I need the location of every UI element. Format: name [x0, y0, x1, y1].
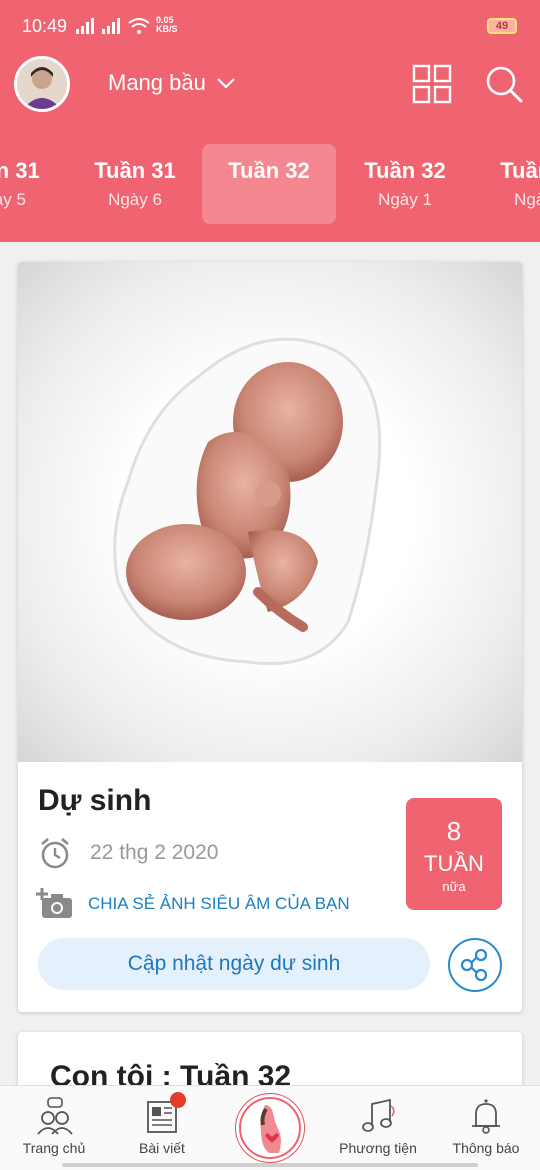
update-due-date-button[interactable]: Cập nhật ngày dự sinh [38, 938, 430, 990]
nav-articles[interactable]: Bài viết [108, 1086, 216, 1170]
community-icon [37, 1097, 73, 1135]
app-bar: Mang bầu [0, 52, 540, 132]
weeks-left-number: 8 [446, 816, 462, 846]
share-ultrasound-link[interactable]: CHIA SẺ ẢNH SIÊU ÂM CỦA BẠN [36, 888, 350, 920]
week-selector[interactable]: Tuần 31 Ngày 5 Tuần 31 Ngày 6 Tuần 32 Tu… [0, 132, 540, 242]
share-icon [460, 948, 488, 982]
chevron-down-icon [217, 78, 235, 89]
fetus-illustration[interactable] [18, 262, 522, 762]
signal-icon-2 [102, 18, 120, 34]
due-date-value: 22 thg 2 2020 [90, 841, 219, 864]
share-button[interactable] [448, 938, 502, 992]
due-date-title: Dự sinh [38, 784, 152, 817]
search-icon[interactable] [484, 64, 524, 104]
week-tab[interactable]: Tuần 31 Ngày 5 [0, 144, 66, 224]
avatar-photo-icon [17, 59, 67, 109]
week-tab[interactable]: Tuần 32 Ngày 2 [474, 144, 540, 224]
alarm-clock-icon [41, 838, 69, 869]
bottom-navigation: Trang chủ Bài viết Phương tiện Thông báo [0, 1085, 540, 1170]
net-speed: 0.05 KB/S [156, 15, 178, 34]
pregnancy-mode-dropdown[interactable]: Mang bầu [108, 70, 236, 96]
due-date-row: 22 thg 2 2020 [38, 836, 218, 870]
share-ultrasound-label: CHIA SẺ ẢNH SIÊU ÂM CỦA BẠN [88, 894, 350, 913]
battery-indicator: 49 [487, 18, 517, 34]
wifi-icon [128, 18, 150, 34]
pregnant-woman-icon [241, 1099, 299, 1157]
mode-label: Mang bầu [108, 70, 206, 95]
fetus-image-icon [113, 337, 382, 666]
nav-media[interactable]: Phương tiện [324, 1086, 432, 1170]
due-date-card: Dự sinh 22 thg 2 2020 CHIA SẺ ẢNH SIÊU Â… [18, 262, 522, 1012]
music-note-icon [362, 1098, 395, 1132]
signal-icon [76, 18, 94, 34]
status-bar: 10:49 0.05 KB/S 49 [0, 0, 540, 52]
bell-icon [472, 1099, 500, 1134]
nav-notifications[interactable]: Thông báo [432, 1086, 540, 1170]
weeks-left-badge: 8 TUẦN nữa [406, 798, 502, 910]
status-time: 10:49 [22, 16, 68, 36]
weeks-left-suffix: nữa [442, 879, 466, 894]
week-tab[interactable]: Tuần 31 Ngày 6 [68, 144, 202, 224]
week-tab-selected[interactable]: Tuần 32 [202, 144, 336, 224]
nav-home[interactable]: Trang chủ [0, 1086, 108, 1170]
weeks-left-unit: TUẦN [424, 851, 484, 876]
grid-icon[interactable] [412, 64, 452, 104]
avatar[interactable] [14, 56, 70, 112]
home-indicator[interactable] [62, 1163, 478, 1167]
pregnancy-home-button[interactable] [236, 1094, 304, 1162]
week-tab[interactable]: Tuần 32 Ngày 1 [338, 144, 472, 224]
articles-notification-badge [170, 1092, 186, 1108]
add-photo-icon [36, 888, 72, 918]
